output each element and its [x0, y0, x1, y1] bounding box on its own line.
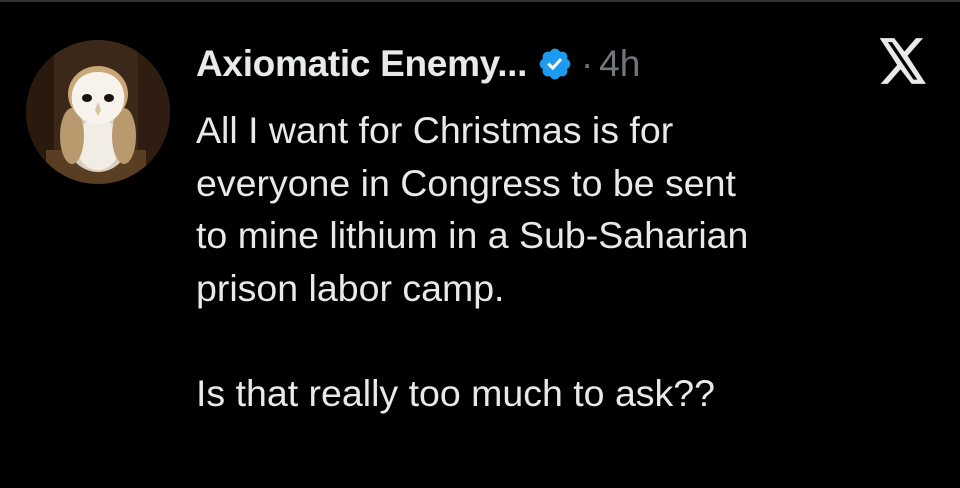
header-separator: ·: [581, 43, 594, 84]
display-name[interactable]: Axiomatic Enemy...: [196, 43, 527, 85]
x-logo-icon[interactable]: [878, 38, 928, 84]
owl-avatar-image: [26, 40, 170, 184]
tweet-text-line: prison labor camp.: [196, 266, 505, 309]
tweet-question: Is that really too much to ask??: [196, 371, 716, 414]
tweet-text-line: All I want for Christmas is for: [196, 109, 674, 151]
tweet-text: All I want for Christmas is for everyone…: [196, 104, 936, 419]
tweet-header: Axiomatic Enemy... · 4h: [196, 38, 640, 90]
avatar[interactable]: [26, 40, 170, 184]
tweet-card[interactable]: Axiomatic Enemy... · 4h All I want for C…: [0, 0, 960, 488]
verified-badge-icon[interactable]: [537, 46, 573, 82]
tweet-text-line: everyone in Congress to be sent: [196, 161, 736, 204]
timestamp[interactable]: 4h: [599, 43, 640, 85]
tweet-text-line: to mine lithium in a Sub-Saharian: [196, 214, 749, 256]
